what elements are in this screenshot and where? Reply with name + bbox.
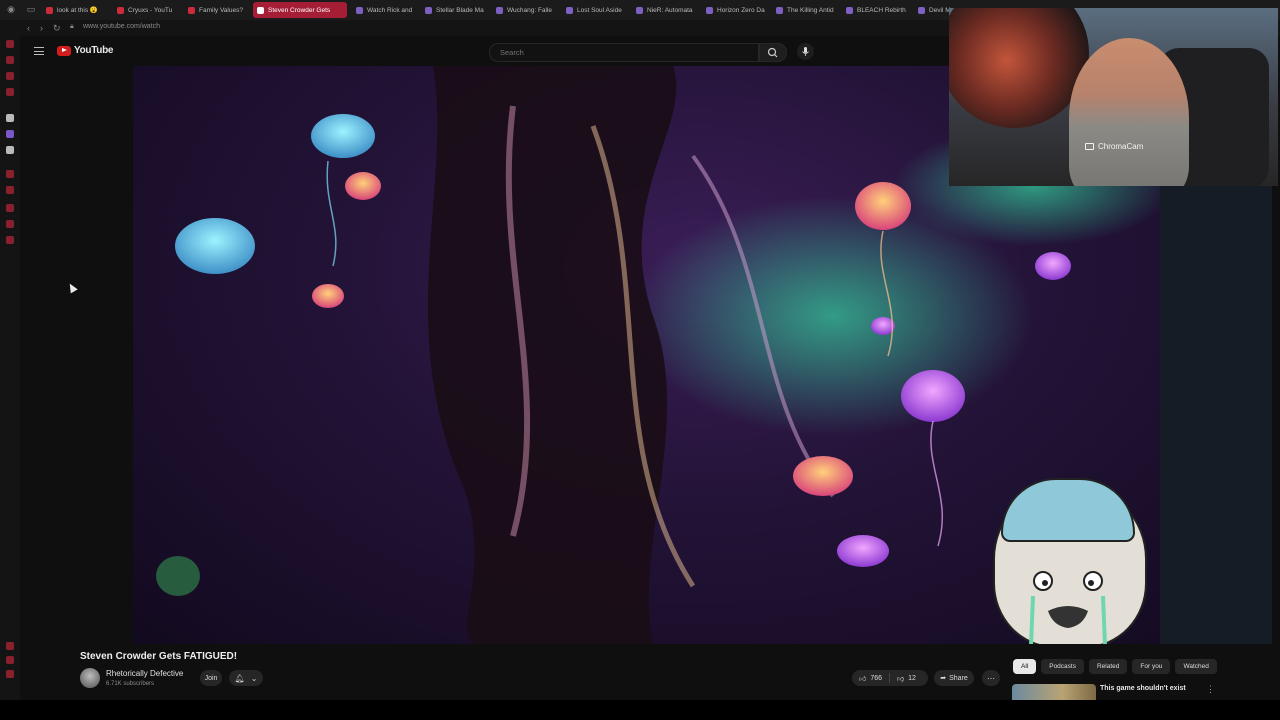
more-actions-button[interactable]: ⋯ bbox=[982, 670, 1000, 686]
browser-tab[interactable]: Lost Soul Aside bbox=[562, 2, 626, 18]
chromacam-label: ChromaCam bbox=[1085, 142, 1143, 151]
like-dislike-group: 👍︎ 766 👎︎ 12 bbox=[852, 670, 928, 686]
more-vertical-icon[interactable]: ⋮ bbox=[1206, 684, 1215, 695]
browser-tab[interactable]: Wuchang: Falle bbox=[492, 2, 556, 18]
search-input[interactable] bbox=[498, 47, 742, 58]
sidebar-app-icon[interactable] bbox=[6, 670, 14, 678]
sidebar-app-icon[interactable] bbox=[6, 220, 14, 228]
site-favicon-icon bbox=[706, 6, 713, 14]
url-text[interactable]: www.youtube.com/watch bbox=[83, 23, 160, 30]
chip-all[interactable]: All bbox=[1013, 659, 1037, 674]
chip-for-you[interactable]: For you bbox=[1132, 659, 1171, 674]
voice-search-button[interactable] bbox=[797, 43, 814, 60]
share-icon: ➦ bbox=[940, 675, 947, 682]
sidebar-app-icon[interactable] bbox=[6, 114, 14, 122]
site-favicon-icon bbox=[636, 6, 643, 14]
site-favicon-icon bbox=[918, 6, 925, 14]
browser-tab[interactable]: Watch Rick and bbox=[352, 2, 416, 18]
search-button[interactable] bbox=[759, 43, 787, 62]
youtube-favicon-icon bbox=[117, 6, 124, 14]
chevron-down-icon: ⌄ bbox=[250, 673, 258, 683]
browser-tab[interactable]: look at this 😮 bbox=[42, 2, 110, 18]
recommendation-title[interactable]: This game shouldn't exist bbox=[1100, 685, 1186, 692]
tab-overview-icon[interactable]: ▭ bbox=[26, 4, 36, 14]
browser-tab-active[interactable]: Steven Crowder Gets bbox=[253, 2, 347, 18]
thumbs-down-icon: 👎︎ bbox=[897, 675, 905, 683]
channel-name[interactable]: Rhetorically Defective bbox=[106, 669, 183, 678]
search-icon bbox=[767, 47, 778, 58]
more-horizontal-icon: ⋯ bbox=[987, 673, 995, 683]
youtube-favicon-icon bbox=[188, 6, 195, 14]
browser-tab[interactable]: The Killing Antid bbox=[772, 2, 838, 18]
chip-related[interactable]: Related bbox=[1088, 659, 1128, 674]
forward-arrow-icon[interactable]: › bbox=[40, 23, 43, 33]
browser-tab[interactable]: Family Values? bbox=[184, 2, 248, 18]
browser-tab[interactable]: BLEACH Rebirth bbox=[842, 2, 910, 18]
chip-podcasts[interactable]: Podcasts bbox=[1041, 659, 1084, 674]
sidebar-app-icon[interactable] bbox=[6, 642, 14, 650]
like-button[interactable]: 👍︎ 766 bbox=[852, 674, 889, 683]
webcam-overlay bbox=[949, 8, 1278, 186]
browser-tab[interactable]: Cryuxs - YouTu bbox=[113, 2, 179, 18]
site-favicon-icon bbox=[496, 6, 503, 14]
bottom-bar bbox=[0, 700, 1280, 720]
camera-icon bbox=[1085, 143, 1094, 150]
search-box bbox=[489, 43, 759, 62]
join-button[interactable]: Join bbox=[200, 670, 222, 686]
sidebar-app-icon[interactable] bbox=[6, 40, 14, 48]
youtube-favicon-icon bbox=[46, 6, 53, 14]
sidebar-app-icon[interactable] bbox=[6, 56, 14, 64]
sidebar-app-icon[interactable] bbox=[6, 186, 14, 194]
site-favicon-icon bbox=[566, 6, 573, 14]
mouse-cursor-icon bbox=[66, 281, 78, 294]
browser-tab[interactable]: Horizon Zero Da bbox=[702, 2, 766, 18]
chip-watched[interactable]: Watched bbox=[1175, 659, 1217, 674]
filter-chips: All Podcasts Related For you Watched bbox=[1013, 659, 1217, 674]
youtube-play-icon bbox=[57, 45, 71, 56]
settings-icon[interactable] bbox=[6, 236, 14, 244]
subscribe-notification-button[interactable]: 🔔︎ ⌄ bbox=[229, 670, 263, 686]
wojak-face bbox=[1029, 571, 1107, 644]
history-icon[interactable] bbox=[6, 204, 14, 212]
back-arrow-icon[interactable]: ‹ bbox=[27, 23, 30, 33]
lock-icon: 🔒︎ bbox=[70, 23, 74, 30]
dislike-button[interactable]: 👎︎ 12 bbox=[890, 674, 923, 683]
x-icon[interactable] bbox=[6, 146, 14, 154]
channel-avatar[interactable] bbox=[80, 668, 100, 688]
sidebar-app-icon[interactable] bbox=[6, 656, 14, 664]
messenger-icon[interactable] bbox=[6, 130, 14, 138]
sidebar-app-icon[interactable] bbox=[6, 170, 14, 178]
site-favicon-icon bbox=[846, 6, 853, 14]
video-title: Steven Crowder Gets FATIGUED! bbox=[80, 651, 238, 662]
sidebar-app-icon[interactable] bbox=[6, 72, 14, 80]
sidebar-app-icon[interactable] bbox=[6, 88, 14, 96]
browser-menu-icon[interactable]: ◉ bbox=[6, 4, 16, 14]
thumbs-up-icon: 👍︎ bbox=[859, 675, 867, 683]
site-favicon-icon bbox=[776, 6, 783, 14]
streamer-image bbox=[1069, 38, 1189, 186]
webcam-background-image bbox=[949, 8, 1089, 128]
reload-icon[interactable]: ↻ bbox=[53, 23, 61, 33]
browser-sidebar bbox=[0, 20, 20, 720]
browser-tab[interactable]: Stellar Blade Ma bbox=[421, 2, 485, 18]
browser-tab[interactable]: Devil M bbox=[914, 2, 952, 18]
browser-tab[interactable]: NieR: Automata bbox=[632, 2, 696, 18]
site-favicon-icon bbox=[356, 6, 363, 14]
menu-icon[interactable] bbox=[34, 47, 44, 55]
microphone-icon bbox=[802, 47, 809, 56]
subscriber-count: 6.71K subscribers bbox=[106, 681, 155, 687]
speaker-icon bbox=[257, 6, 264, 14]
bell-icon: 🔔︎ bbox=[234, 673, 245, 683]
youtube-logo[interactable]: YouTube bbox=[57, 45, 114, 56]
video-side-panel bbox=[1160, 186, 1272, 644]
share-button[interactable]: ➦ Share bbox=[934, 670, 974, 686]
site-favicon-icon bbox=[425, 6, 432, 14]
